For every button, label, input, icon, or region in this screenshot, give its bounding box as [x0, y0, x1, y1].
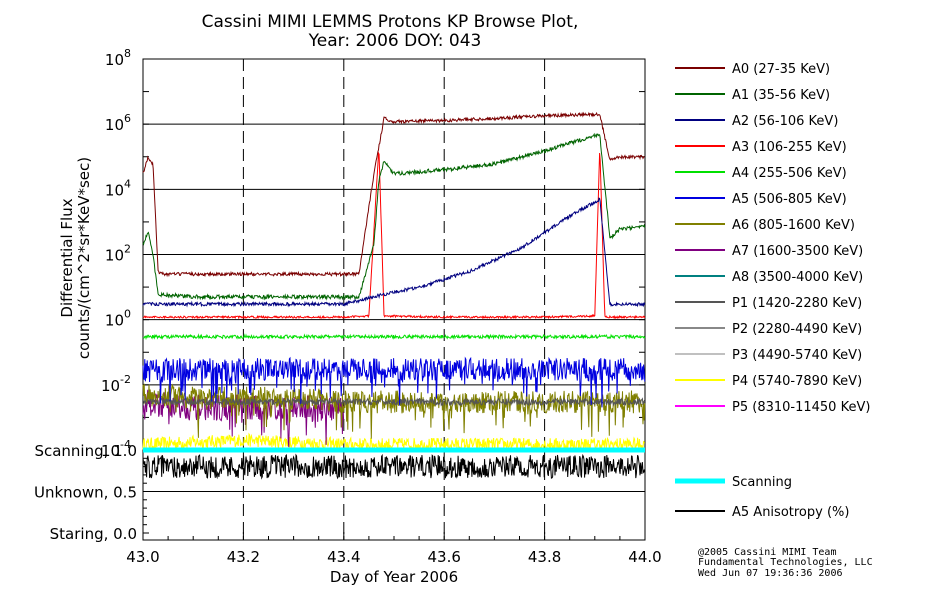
legend-label: A0 (27-35 KeV) [732, 62, 830, 77]
legend-label: A6 (805-1600 KeV) [732, 218, 855, 233]
credit-block: @2005 Cassini MIMI Team Fundamental Tech… [698, 547, 873, 579]
legend: A0 (27-35 KeV) A1 (35-56 KeV) A2 (56-106 K… [675, 62, 870, 520]
legend-label: A5 Anisotropy (%) [732, 505, 849, 520]
credit-line-2: Fundamental Technologies, LLC [698, 557, 873, 568]
legend-label: A8 (3500-4000 KeV) [732, 270, 863, 285]
legend-label: Scanning [732, 475, 792, 490]
series-line [142, 383, 646, 439]
browse-plot: Cassini MIMI LEMMS Protons KP Browse Plo… [34, 12, 873, 586]
chart-subtitle: Year: 2006 DOY: 043 [308, 31, 482, 51]
y-tick-label: 10-2 [101, 373, 131, 395]
legend-label: A5 (506-805 KeV) [732, 192, 847, 207]
x-tick-label: 43.4 [327, 548, 360, 566]
legend-label: A7 (1600-3500 KeV) [732, 244, 863, 259]
x-tick-label: 44.0 [628, 548, 661, 566]
x-tick-label: 43.8 [528, 548, 561, 566]
chart-title: Cassini MIMI LEMMS Protons KP Browse Plo… [202, 12, 579, 32]
y-tick-label: 104 [105, 177, 131, 199]
series-line [142, 197, 646, 308]
x-tick-label: 43.2 [227, 548, 260, 566]
mode-label: Unknown, 0.5 [34, 484, 137, 502]
x-axis-label: Day of Year 2006 [330, 568, 458, 586]
y-axis-label-1: Differential Flux [58, 198, 76, 317]
mode-label: Scanning, 1.0 [34, 442, 137, 460]
y-tick-label: 106 [105, 112, 131, 134]
legend-label: A2 (56-106 KeV) [732, 114, 838, 129]
y-tick-label: 100 [105, 308, 131, 330]
legend-label: P3 (4490-5740 KeV) [732, 348, 862, 363]
credit-line-3: Wed Jun 07 19:36:36 2006 [698, 568, 843, 579]
y-tick-label: 102 [105, 243, 131, 265]
mode-panel: Scanning, 1.0 Unknown, 0.5 Staring, 0.0 [34, 442, 646, 543]
legend-label: P5 (8310-11450 KeV) [732, 400, 870, 415]
legend-label: A4 (255-506 KeV) [732, 166, 847, 181]
x-tick-label: 43.0 [126, 548, 159, 566]
series-line [142, 333, 646, 341]
legend-label: A1 (35-56 KeV) [732, 88, 830, 103]
legend-label: A3 (106-255 KeV) [732, 140, 847, 155]
legend-label: P1 (1420-2280 KeV) [732, 296, 862, 311]
y-tick-label: 108 [105, 47, 131, 69]
flux-panel: 10810610410210010-210-4 [101, 47, 646, 460]
series-line [142, 111, 645, 278]
anisotropy-line [142, 453, 646, 480]
legend-label: P2 (2280-4490 KeV) [732, 322, 862, 337]
legend-label: P4 (5740-7890 KeV) [732, 374, 862, 389]
mode-label: Staring, 0.0 [50, 525, 137, 543]
x-tick-label: 43.6 [427, 548, 460, 566]
y-axis-label-2: counts/(cm^2*sr*KeV*sec) [75, 157, 93, 359]
